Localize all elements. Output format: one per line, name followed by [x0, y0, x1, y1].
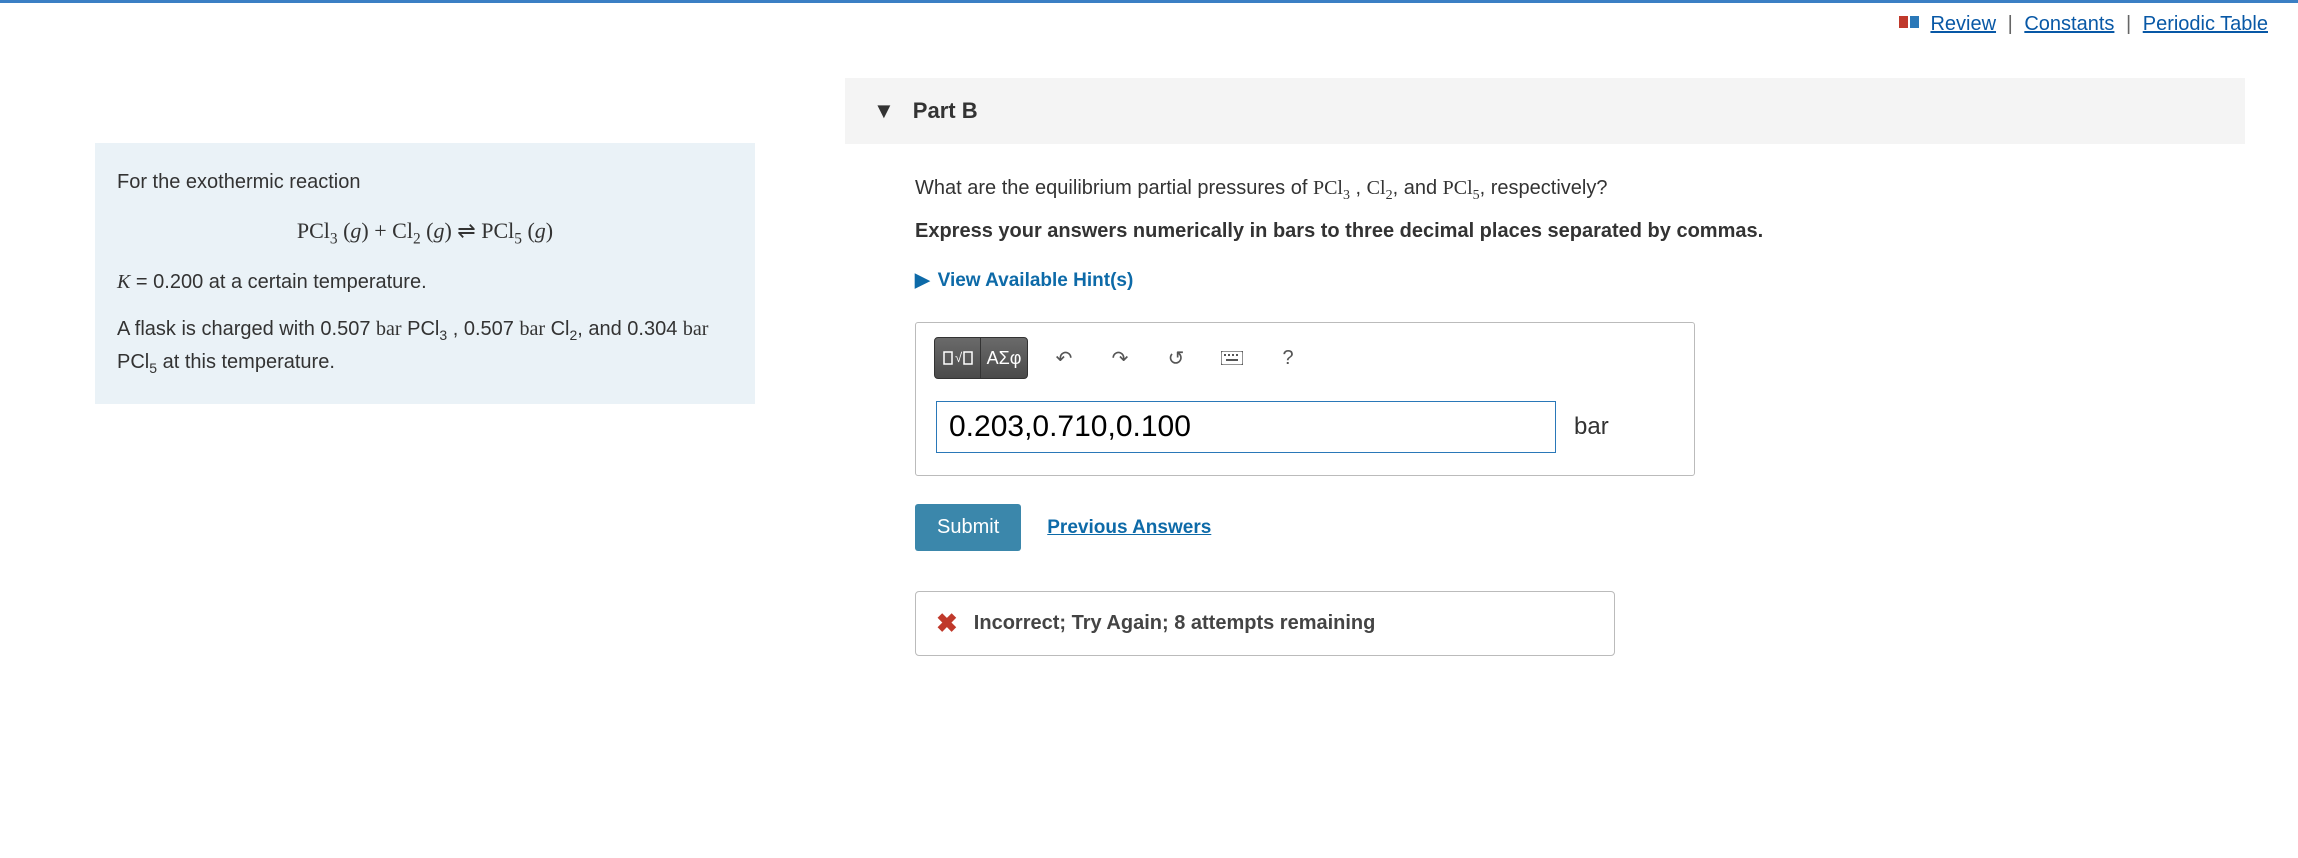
feedback-box: ✖ Incorrect; Try Again; 8 attempts remai… — [915, 591, 1615, 656]
reaction-equation: PCl3 (g) + Cl2 (g) ⇌ PCl5 (g) — [117, 214, 733, 251]
hints-label: View Available Hint(s) — [938, 270, 1134, 292]
periodic-table-link[interactable]: Periodic Table — [2143, 13, 2268, 35]
resource-links: Review | Constants | Periodic Table — [1899, 13, 2268, 36]
view-hints-toggle[interactable]: ▶ View Available Hint(s) — [915, 269, 2195, 292]
help-button[interactable]: ? — [1268, 338, 1308, 378]
incorrect-icon: ✖ — [936, 608, 958, 639]
redo-button[interactable]: ↷ — [1100, 338, 1140, 378]
k-value-line: K = 0.200 at a certain temperature. — [117, 267, 733, 298]
separator: | — [2008, 13, 2013, 35]
flask-description: A flask is charged with 0.507 bar PCl3 ,… — [117, 314, 733, 379]
submit-button[interactable]: Submit — [915, 504, 1021, 551]
constants-link[interactable]: Constants — [2024, 13, 2114, 35]
separator: | — [2126, 13, 2131, 35]
answer-instruction: Express your answers numerically in bars… — [915, 220, 2195, 243]
template-picker-button[interactable]: √ — [935, 338, 981, 378]
svg-text:√: √ — [955, 350, 963, 365]
review-link[interactable]: Review — [1930, 13, 1996, 35]
greek-symbols-button[interactable]: ΑΣφ — [981, 338, 1027, 378]
undo-button[interactable]: ↶ — [1044, 338, 1084, 378]
caret-down-icon: ▼ — [873, 98, 895, 124]
answer-input[interactable] — [936, 401, 1556, 453]
keyboard-button[interactable] — [1212, 338, 1252, 378]
formula-tool-group: √ ΑΣφ — [934, 337, 1028, 379]
previous-answers-link[interactable]: Previous Answers — [1047, 517, 1211, 539]
question-prompt: What are the equilibrium partial pressur… — [915, 174, 2195, 206]
unit-label: bar — [1574, 413, 1609, 441]
answer-entry-box: √ ΑΣφ ↶ ↷ ↺ ? bar — [915, 322, 1695, 476]
book-icon — [1899, 13, 1921, 36]
equation-toolbar: √ ΑΣφ ↶ ↷ ↺ ? — [916, 323, 1694, 385]
feedback-text: Incorrect; Try Again; 8 attempts remaini… — [974, 612, 1376, 635]
part-header[interactable]: ▼ Part B — [845, 78, 2245, 144]
problem-info-box: For the exothermic reaction PCl3 (g) + C… — [95, 143, 755, 404]
info-intro: For the exothermic reaction — [117, 167, 733, 198]
caret-right-icon: ▶ — [915, 269, 930, 292]
part-title: Part B — [913, 98, 978, 124]
reset-button[interactable]: ↺ — [1156, 338, 1196, 378]
